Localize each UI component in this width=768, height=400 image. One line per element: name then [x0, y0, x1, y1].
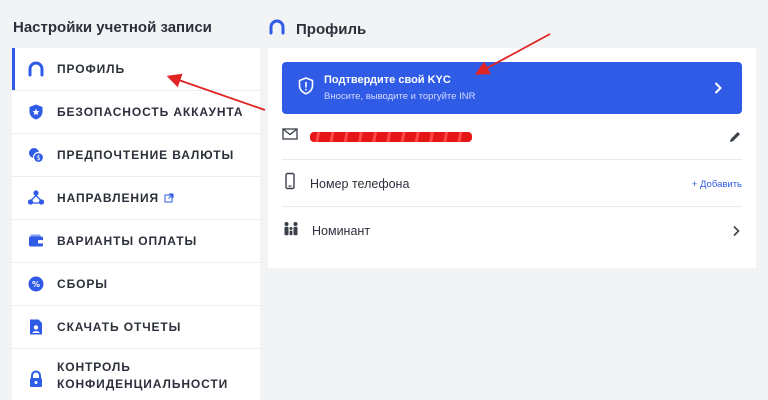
- mail-icon: [282, 127, 298, 146]
- chevron-right-icon: [712, 79, 724, 102]
- svg-text:%: %: [32, 280, 40, 289]
- settings-sidebar: Профиль Безопасность аккаунта $ Предпочт…: [12, 48, 260, 400]
- phone-label: Номер телефона: [310, 176, 410, 191]
- sidebar-item-label: Варианты оплаты: [57, 233, 198, 248]
- nominee-label: Номинант: [312, 224, 371, 238]
- shield-alert-icon: [298, 76, 314, 100]
- report-icon: [26, 317, 46, 337]
- sidebar-item-fees[interactable]: % Сборы: [12, 263, 260, 306]
- phone-row: Номер телефона + Добавить: [282, 161, 742, 207]
- sidebar-item-label: Контроль конфиденциальности: [57, 360, 229, 391]
- profile-card: Подтвердите свой KYC Вносите, выводите и…: [268, 48, 756, 268]
- sidebar-item-label: Профиль: [57, 61, 126, 76]
- family-icon: [282, 221, 300, 242]
- page-header: Профиль: [268, 18, 366, 41]
- pencil-icon: [730, 132, 740, 142]
- phone-icon: [282, 172, 298, 195]
- sidebar-item-payment-options[interactable]: Варианты оплаты: [12, 220, 260, 263]
- kyc-title: Подтвердите свой KYC: [324, 74, 451, 86]
- sidebar-item-label: Безопасность аккаунта: [57, 104, 244, 119]
- chevron-right-icon: [730, 208, 742, 254]
- sidebar-item-label: Предпочтение валюты: [57, 147, 235, 162]
- redacted-email: [310, 131, 472, 142]
- sidebar-item-security[interactable]: Безопасность аккаунта: [12, 91, 260, 134]
- edit-email-button[interactable]: [728, 114, 742, 160]
- external-link-icon: [164, 193, 174, 203]
- sidebar-item-currency[interactable]: $ Предпочтение валюты: [12, 134, 260, 177]
- nominee-row[interactable]: Номинант: [282, 208, 742, 254]
- page-title: Профиль: [296, 21, 367, 38]
- shield-icon: [26, 102, 46, 122]
- sidebar-item-privacy-control[interactable]: Контроль конфиденциальности: [12, 349, 260, 400]
- sidebar-item-referrals[interactable]: Направления: [12, 177, 260, 220]
- profile-icon: [26, 59, 46, 79]
- add-phone-label: + Добавить: [691, 178, 742, 190]
- add-phone-link[interactable]: + Добавить: [692, 161, 742, 207]
- privacy-lock-icon: [26, 369, 46, 389]
- sidebar-title: Настройки учетной записи: [13, 19, 212, 36]
- verify-kyc-banner[interactable]: Подтвердите свой KYC Вносите, выводите и…: [282, 62, 742, 114]
- kyc-subtitle: Вносите, выводите и торгуйте INR: [324, 91, 476, 102]
- currency-icon: $: [26, 145, 46, 165]
- svg-text:$: $: [36, 154, 40, 162]
- sidebar-item-label: Сборы: [57, 276, 108, 291]
- sidebar-item-label: Направления: [57, 190, 160, 205]
- sidebar-item-label: Скачать отчеты: [57, 319, 182, 334]
- sidebar-item-download-reports[interactable]: Скачать отчеты: [12, 306, 260, 349]
- email-row: [282, 114, 742, 160]
- referral-icon: [26, 188, 46, 208]
- wallet-icon: [26, 231, 46, 251]
- sidebar-item-profile[interactable]: Профиль: [12, 48, 260, 91]
- percent-icon: %: [26, 274, 46, 294]
- profile-icon: [268, 18, 286, 41]
